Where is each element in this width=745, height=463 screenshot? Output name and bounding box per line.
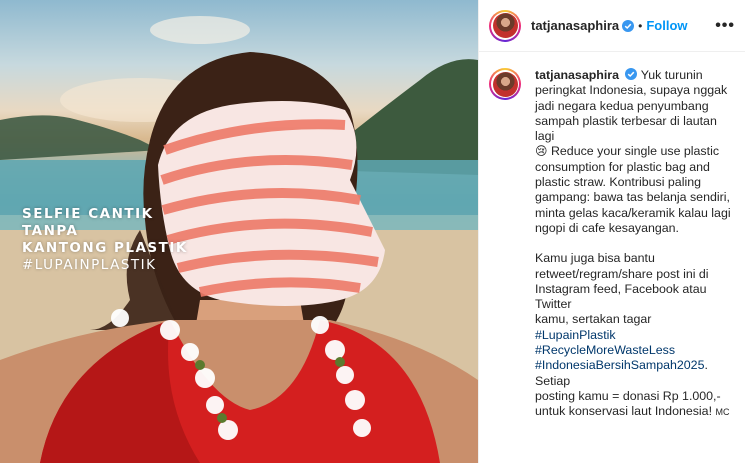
caption-line: sampah plastik terbesar di lautan lagi [535,113,717,144]
caption-text: tatjanasaphira Yuk turunin peringkat Ind… [535,68,735,421]
hashtag-link[interactable]: #RecycleMoreWasteLess [535,343,675,357]
caption-line: Reduce your single use plastic [550,144,720,159]
caption-verified-icon [625,68,638,80]
caption-line: minta gelas kaca/keramik kalau lagi [535,205,731,220]
separator-dot: • [638,18,643,33]
overlay-line-3: KANTONG PLASTIK [22,240,188,256]
photo-overlay-text: SELFIE CANTIK TANPA KANTONG PLASTIK #LUP… [22,206,188,274]
overlay-line-2: TANPA [22,223,79,239]
caption-username[interactable]: tatjanasaphira [535,68,619,82]
caption-line: gampang: bawa tas belanja sendiri, [535,190,730,205]
caption-line: consumption for plastic bag and [535,159,710,174]
hashtag-link[interactable]: #LupainPlastik [535,328,616,342]
caption-line: retweet/regram/share post ini di [535,266,709,281]
overlay-line-1: SELFIE CANTIK [22,206,154,222]
caption-line: posting kamu = donasi Rp 1.000,- [535,388,721,403]
caption-line: Yuk turunin [640,68,703,82]
hashtag-link[interactable]: #IndonesiaBersihSampah2025 [535,358,704,372]
username-link[interactable]: tatjanasaphira [531,18,619,33]
avatar[interactable] [489,9,521,42]
caption-avatar[interactable] [489,68,521,100]
signature: MC [715,407,730,418]
post-header: tatjanasaphira • Follow ••• [479,0,745,52]
post-side-panel: tatjanasaphira • Follow ••• tatjanasaphi… [478,0,745,463]
more-options-icon[interactable]: ••• [715,17,735,35]
caption-line: kamu, sertakan tagar [535,312,652,327]
overlay-hashtag: #LUPAINPLASTIK [22,257,157,273]
crying-emoji-icon: 😢 [535,144,548,159]
caption-avatar-image [492,71,518,97]
caption-line: Kamu juga bisa bantu [535,251,655,266]
caption-line: ngopi di cafe kesayangan. [535,220,679,235]
caption-line: plastic straw. Kontribusi paling [535,175,701,190]
caption-line: Instagram feed, Facebook atau Twitter [535,281,707,312]
caption-line: untuk konservasi laut Indonesia! [535,404,713,419]
verified-badge-icon [622,19,635,32]
follow-button[interactable]: Follow [646,18,687,33]
caption-line: peringkat Indonesia, supaya nggak [535,83,728,98]
avatar-image [492,13,518,38]
post-photo[interactable]: SELFIE CANTIK TANPA KANTONG PLASTIK #LUP… [0,0,478,463]
caption-line: jadi negara kedua penyumbang [535,98,709,113]
post-caption: tatjanasaphira Yuk turunin peringkat Ind… [479,52,745,421]
